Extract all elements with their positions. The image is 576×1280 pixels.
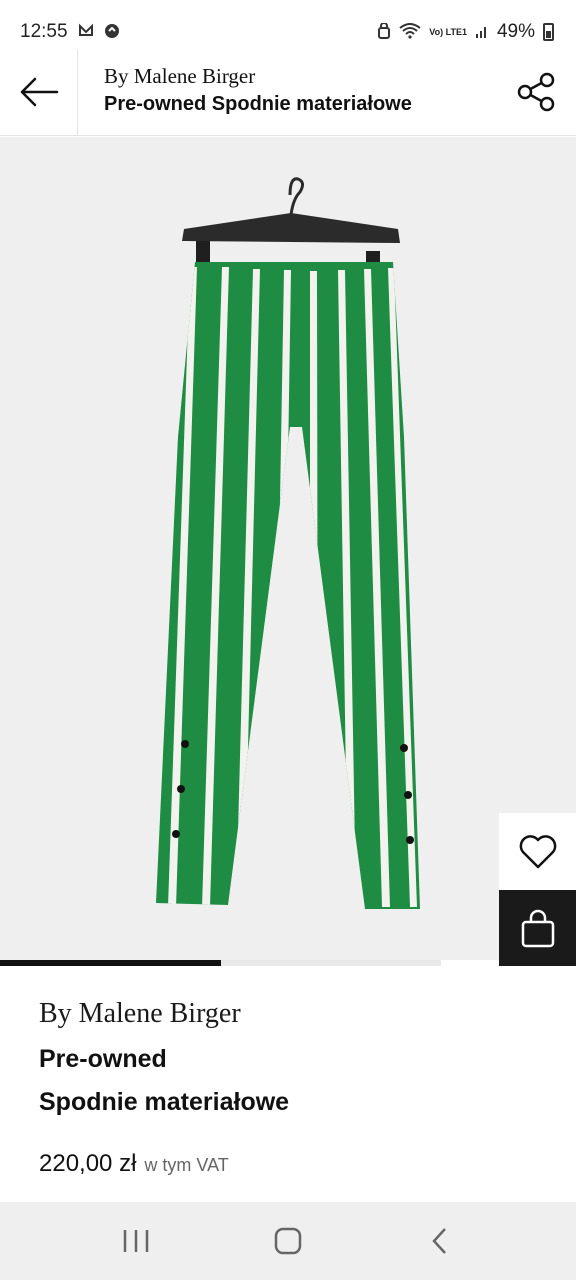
back-chevron-icon <box>432 1228 446 1254</box>
price-row: 220,00 zł w tym VAT <box>39 1150 576 1178</box>
product-brand[interactable]: By Malene Birger <box>39 996 576 1032</box>
status-right: Vo) LTE1 49% <box>377 21 554 43</box>
header-product-title: Pre-owned Spodnie materiałowe <box>104 93 412 115</box>
notification-icon <box>78 23 94 42</box>
product-image[interactable] <box>0 137 576 960</box>
vat-note: w tym VAT <box>144 1155 229 1175</box>
vpn-icon <box>104 23 120 42</box>
shopping-bag-icon <box>521 909 554 948</box>
recents-button[interactable] <box>106 1211 166 1271</box>
recents-icon <box>123 1230 149 1252</box>
product-name-line1: Pre-owned <box>39 1045 167 1073</box>
status-left: 12:55 <box>20 21 120 43</box>
signal-icon <box>475 23 489 42</box>
arrow-left-icon <box>20 77 58 107</box>
add-to-bag-button[interactable] <box>499 890 576 966</box>
alarm-icon <box>377 21 391 42</box>
product-price: 220,00 zł <box>39 1150 137 1177</box>
app-header: By Malene Birger Pre-owned Spodnie mater… <box>0 49 576 136</box>
header-brand: By Malene Birger <box>104 64 256 88</box>
home-button[interactable] <box>258 1211 318 1271</box>
share-icon <box>517 72 555 112</box>
share-button[interactable] <box>496 49 576 135</box>
heart-icon <box>519 834 556 868</box>
trousers-illustration <box>156 177 420 909</box>
status-time: 12:55 <box>20 21 68 42</box>
battery-icon <box>543 23 554 41</box>
product-name: Pre-owned Spodnie materiałowe <box>39 1038 576 1124</box>
header-titles: By Malene Birger Pre-owned Spodnie mater… <box>78 49 496 135</box>
product-name-line2: Spodnie materiałowe <box>39 1088 290 1116</box>
battery-percent: 49% <box>496 21 535 42</box>
wishlist-button[interactable] <box>499 813 576 890</box>
back-button[interactable] <box>0 49 78 135</box>
volte-icon: Vo) LTE1 <box>429 26 467 37</box>
home-icon <box>274 1227 302 1255</box>
nav-back-button[interactable] <box>410 1211 470 1271</box>
wifi-icon <box>399 22 421 42</box>
product-info: By Malene Birger Pre-owned Spodnie mater… <box>0 966 576 1202</box>
system-nav-bar <box>0 1202 576 1280</box>
